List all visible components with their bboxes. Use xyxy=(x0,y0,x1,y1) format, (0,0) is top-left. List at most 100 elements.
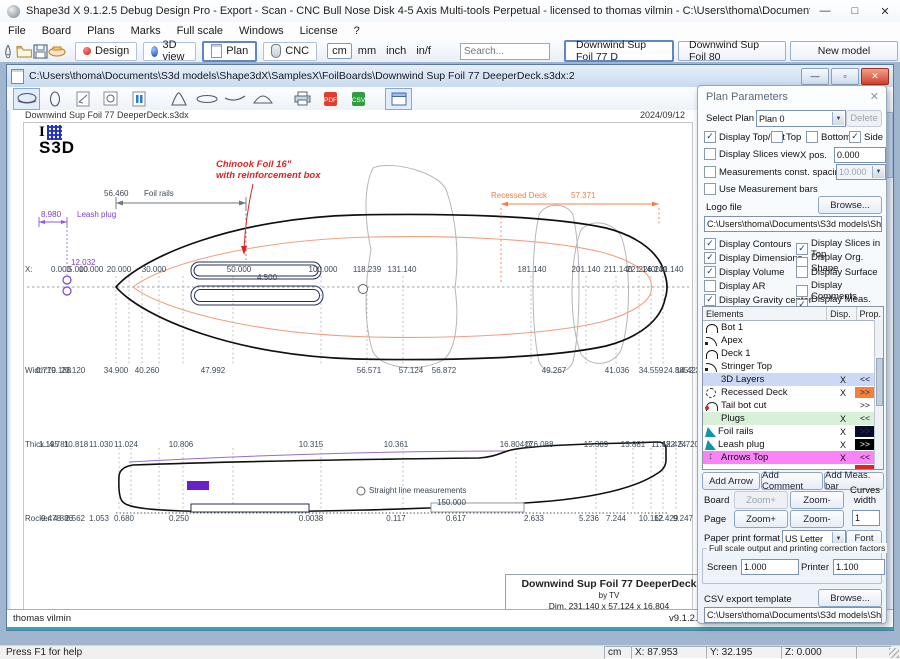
design-button[interactable]: Design xyxy=(75,42,137,61)
outline-template-icon[interactable] xyxy=(193,88,220,110)
add-arrow-button[interactable]: Add Arrow xyxy=(702,472,760,490)
properties-button[interactable]: << xyxy=(855,413,875,424)
menu-full-scale[interactable]: Full scale xyxy=(169,25,231,37)
unit-cm[interactable]: cm xyxy=(327,43,352,59)
display-toggle[interactable]: X xyxy=(831,388,855,398)
properties-button[interactable] xyxy=(855,361,875,372)
element-row-tail-bot-cut[interactable]: Tail bot cut>> xyxy=(703,399,883,412)
spacing-select[interactable]: 10.000 ▼ xyxy=(836,164,886,180)
curves-width-input[interactable]: 1 xyxy=(852,510,880,526)
menu-license[interactable]: License xyxy=(292,25,346,37)
maximize-button[interactable]: □ xyxy=(840,1,870,22)
add-comment-button[interactable]: Add Comment xyxy=(761,472,823,490)
element-row-3d-layers[interactable]: 3D LayersX<< xyxy=(703,373,883,386)
chevron-down-icon[interactable]: ▼ xyxy=(832,112,844,125)
printer-factor-input[interactable]: 1.100 xyxy=(833,559,885,575)
measurement-bars-checkbox[interactable]: Use Measurement bars xyxy=(704,183,818,195)
rocker-template-icon[interactable] xyxy=(221,88,248,110)
delete-plan-button[interactable]: Delete xyxy=(846,110,882,127)
model-tab-downwind-77[interactable]: Downwind Sup Foil 77 D xyxy=(564,40,674,62)
page-zoom-out-button[interactable]: Zoom- xyxy=(790,510,844,528)
checkbox-display-surface[interactable]: Display Surface xyxy=(796,266,878,278)
properties-button[interactable]: << xyxy=(855,452,875,463)
element-row-bot-1[interactable]: Bot 1 xyxy=(703,321,883,334)
menu--[interactable]: ? xyxy=(346,25,368,37)
measurements-sheet-icon[interactable] xyxy=(69,88,96,110)
checkbox-top[interactable]: Top xyxy=(771,131,801,143)
doc-close-button[interactable]: ✕ xyxy=(861,68,889,85)
new-model-button[interactable]: New model xyxy=(790,41,898,61)
menu-plans[interactable]: Plans xyxy=(79,25,123,37)
element-row-apex[interactable]: Apex xyxy=(703,334,883,347)
properties-button[interactable] xyxy=(855,335,875,346)
tool-pen-icon[interactable] xyxy=(0,42,16,61)
logo-path-input[interactable]: C:\Users\thoma\Documents\S3d models\Shap… xyxy=(704,216,882,232)
measure-bars-icon[interactable] xyxy=(125,88,152,110)
unit-mm[interactable]: mm xyxy=(354,45,380,57)
save-icon[interactable] xyxy=(33,42,48,61)
element-row-foil-rails[interactable]: Foil railsX>> xyxy=(703,425,883,438)
const-spacing-checkbox[interactable]: Measurements const. spacing xyxy=(704,166,845,178)
plan-button[interactable]: Plan xyxy=(202,41,257,62)
element-row-stringer-top[interactable]: Stringer Top xyxy=(703,360,883,373)
checkbox-bottom[interactable]: Bottom xyxy=(806,131,851,143)
properties-button[interactable]: >> xyxy=(855,426,875,437)
checkbox-side[interactable]: ✓Side xyxy=(849,131,883,143)
rotation-icon[interactable] xyxy=(97,88,124,110)
checkbox-display-contours[interactable]: ✓Display Contours xyxy=(704,238,791,250)
export-board-icon[interactable] xyxy=(48,42,66,61)
element-row-deck-1[interactable]: Deck 1 xyxy=(703,347,883,360)
menu-file[interactable]: File xyxy=(0,25,34,37)
checkbox-display-volume[interactable]: ✓Display Volume xyxy=(704,266,784,278)
display-toggle[interactable]: X xyxy=(831,427,855,437)
element-row-leash-plug[interactable]: Leash plugX>> xyxy=(703,438,883,451)
screen-factor-input[interactable]: 1.000 xyxy=(741,559,799,575)
properties-button[interactable]: << xyxy=(855,374,875,385)
resize-grip[interactable] xyxy=(889,648,899,658)
logo-browse-button[interactable]: Browse... xyxy=(818,196,882,214)
element-row-plugs[interactable]: PlugsX<< xyxy=(703,412,883,425)
checkbox-display-dimensions[interactable]: ✓Display Dimensions xyxy=(704,252,802,264)
model-tab-downwind-80[interactable]: Downwind Sup Foil 80 xyxy=(678,41,786,61)
minimize-button[interactable]: — xyxy=(810,1,840,22)
spin-template-icon[interactable] xyxy=(165,88,192,110)
display-toggle[interactable]: X xyxy=(831,440,855,450)
csv-browse-button[interactable]: Browse... xyxy=(818,589,882,607)
doc-restore-button[interactable]: ▫ xyxy=(831,68,859,85)
outline-view-icon[interactable] xyxy=(13,88,40,110)
search-input[interactable] xyxy=(460,43,550,60)
elements-scrollbar[interactable] xyxy=(874,320,883,469)
close-button[interactable]: ✕ xyxy=(870,1,900,22)
display-toggle[interactable]: X xyxy=(831,453,855,463)
dome-template-icon[interactable] xyxy=(249,88,276,110)
export-pdf-icon[interactable]: PDF xyxy=(317,88,344,110)
csv-path-input[interactable]: C:\Users\thoma\Documents\S3d models\Shap… xyxy=(704,607,882,623)
export-csv-icon[interactable]: CSV xyxy=(345,88,372,110)
menu-board[interactable]: Board xyxy=(34,25,79,37)
slice-view-icon[interactable] xyxy=(41,88,68,110)
properties-button[interactable]: >> xyxy=(855,439,875,450)
element-row-recessed-deck[interactable]: Recessed DeckX>> xyxy=(703,386,883,399)
plan-select[interactable]: Plan 0 ▼ xyxy=(756,110,846,127)
chevron-down-icon[interactable]: ▼ xyxy=(872,166,884,178)
open-folder-icon[interactable] xyxy=(16,42,33,61)
properties-button[interactable]: >> xyxy=(855,387,875,398)
panel-close-icon[interactable]: ✕ xyxy=(870,90,879,103)
doc-minimize-button[interactable]: — xyxy=(801,68,829,85)
menu-marks[interactable]: Marks xyxy=(123,25,169,37)
scroll-thumb[interactable] xyxy=(886,112,893,178)
print-icon[interactable] xyxy=(289,88,316,110)
unit-inf[interactable]: in/f xyxy=(412,45,435,57)
xpos-input[interactable]: 0.000 xyxy=(834,147,886,163)
board-zoom-in-button[interactable]: Zoom+ xyxy=(734,491,788,509)
view-3d-button[interactable]: 3D view xyxy=(143,42,196,61)
cnc-button[interactable]: CNC xyxy=(263,42,317,61)
menu-windows[interactable]: Windows xyxy=(231,25,292,37)
properties-button[interactable] xyxy=(855,348,875,359)
properties-button[interactable]: >> xyxy=(855,400,875,411)
element-row-arrows-top[interactable]: Arrows TopX<< xyxy=(703,451,883,464)
panel-toggle-icon[interactable] xyxy=(385,88,412,110)
checkbox-display-ar[interactable]: Display AR xyxy=(704,280,765,292)
display-toggle[interactable]: X xyxy=(831,375,855,385)
display-slices-view-checkbox[interactable]: Display Slices view xyxy=(704,148,800,160)
